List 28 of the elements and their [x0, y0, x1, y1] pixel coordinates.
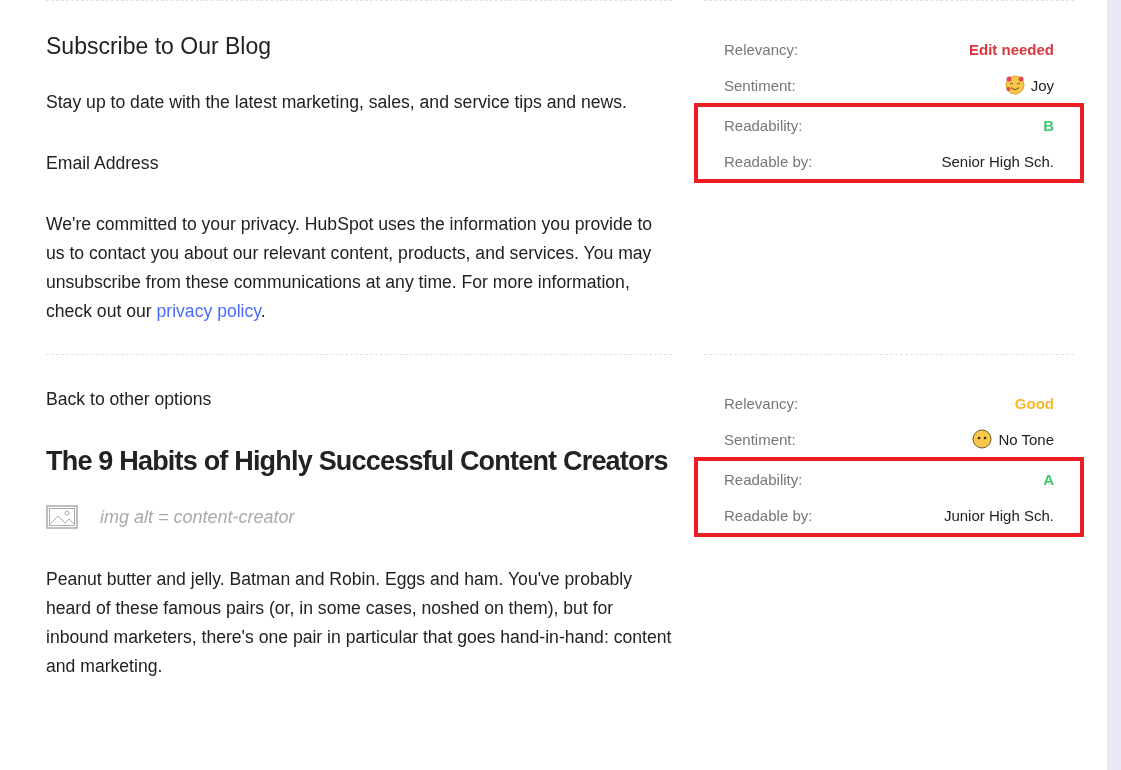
- metric-label: Readability:: [724, 470, 803, 488]
- neutral-face-icon: [972, 429, 993, 449]
- paragraph: Email Address: [46, 152, 160, 175]
- metric-label: Sentiment:: [724, 430, 796, 448]
- metric-value: No Tone: [998, 430, 1054, 448]
- section-heading: Subscribe to Our Blog: [46, 33, 272, 60]
- metric-value: Joy: [1030, 76, 1054, 94]
- image-icon: [46, 505, 78, 529]
- image-alt-text: img alt = content-creator: [100, 506, 295, 528]
- paragraph: We're committed to your privacy. HubSpot uses the information you provide to us to contact you about our relevant content, products, and services. You may unsubscribe from these communications at any time. For more information, check out our privacy policy.: [46, 213, 654, 323]
- paragraph: Stay up to date with the latest marketing, sales, and service tips and news.: [46, 91, 628, 114]
- smiling-face-icon: [1004, 75, 1025, 95]
- metric-value: A: [1043, 470, 1054, 488]
- metric-label: Readable by:: [724, 506, 813, 524]
- metric-label: Relevancy:: [724, 394, 799, 412]
- metric-value: Edit needed: [969, 40, 1054, 58]
- metric-label: Relevancy:: [724, 40, 799, 58]
- privacy-link[interactable]: privacy policy: [156, 301, 261, 321]
- paragraph: Back to other options: [46, 388, 213, 411]
- metric-value: Senior High Sch.: [941, 152, 1054, 170]
- metric-value: Junior High Sch.: [943, 506, 1054, 524]
- metric-value: B: [1043, 116, 1054, 134]
- metric-value: Good: [1014, 394, 1054, 412]
- metric-label: Sentiment:: [724, 76, 796, 94]
- article-title: The 9 Habits of Highly Successful Content Creators: [46, 446, 669, 477]
- paragraph: Peanut butter and jelly. Batman and Robin. Eggs and ham. You've probably heard of these famous pairs (or, in some cases, noshed on them), but for inbound marketers, there's one pair in particular that goes hand-in-hand: content and marketing.: [46, 568, 672, 678]
- metric-label: Readability:: [724, 116, 803, 134]
- metric-label: Readable by:: [724, 152, 813, 170]
